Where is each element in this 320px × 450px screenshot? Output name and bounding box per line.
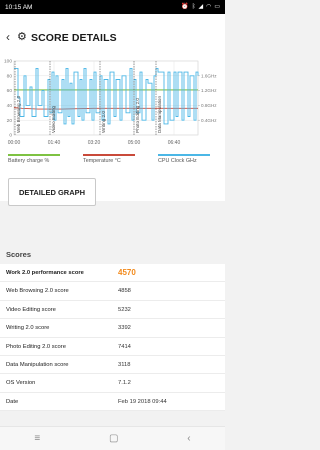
signal-icon: ◢ — [198, 4, 204, 10]
score-name: Photo Editing 2.0 score — [6, 343, 66, 350]
y-right-tick-label: 1.6GHz — [201, 73, 217, 78]
score-name: Web Browsing 2.0 score — [6, 288, 69, 295]
y-right-tick-label: 0.4GHz — [201, 118, 217, 123]
section-label: Web Browsing 2.0 — [16, 95, 21, 133]
score-value: 5232 — [118, 306, 131, 313]
x-tick-label: 06:40 — [168, 140, 181, 146]
score-row: Date Feb 19 2018 09:44 — [0, 393, 225, 412]
section-label: Writing 2.0 — [101, 111, 106, 133]
legend-label: Temperature °C — [83, 158, 121, 164]
y-right-tick-label: 1.2GHz — [201, 88, 217, 93]
battery-icon: ▭ — [214, 4, 220, 10]
score-row-primary: Work 2.0 performance score 4570 — [0, 264, 225, 283]
menu-icon[interactable]: ≡ — [34, 433, 40, 444]
score-name: OS Version — [6, 380, 36, 387]
scores-heading: Scores — [6, 250, 32, 259]
chevron-left-icon[interactable]: ‹ — [6, 31, 16, 43]
legend-swatch — [158, 154, 210, 156]
page-title: SCORE DETAILS — [31, 32, 117, 44]
legend-swatch — [83, 154, 135, 156]
score-list: Work 2.0 performance score 4570 Web Browsi… — [0, 264, 225, 412]
status-time: 10:15 AM — [5, 3, 33, 11]
score-value: 4858 — [118, 288, 131, 295]
detailed-graph-button[interactable]: DETAILED GRAPH — [8, 178, 96, 206]
y-left-tick-label: 20 — [7, 118, 13, 124]
navigation-bar: ≡ ▢ ‹ — [0, 426, 225, 450]
y-left-tick-label: 100 — [4, 59, 12, 65]
score-name: Data Manipulation score — [6, 361, 69, 368]
score-value: 3392 — [118, 325, 131, 332]
score-value: 4570 — [118, 268, 136, 277]
gear-icon: ⚙ — [17, 31, 27, 43]
alarm-icon: ⏰ — [181, 4, 189, 10]
wifi-icon: ◠ — [206, 4, 212, 10]
legend-label: CPU Clock GHz — [158, 158, 197, 164]
score-value: Feb 19 2018 09:44 — [118, 398, 167, 405]
score-value: 7.1.2 — [118, 380, 131, 387]
y-left-tick-label: 0 — [9, 133, 12, 139]
score-row: Writing 2.0 score 3392 — [0, 319, 225, 338]
y-left-tick-label: 60 — [7, 88, 13, 94]
score-row: Web Browsing 2.0 score 4858 — [0, 282, 225, 301]
status-icons: ⏰ ᛒ ◢ ◠ ▭ — [181, 4, 220, 10]
x-tick-label: 05:00 — [128, 140, 141, 146]
score-row: OS Version 7.1.2 — [0, 374, 225, 393]
home-icon[interactable]: ▢ — [109, 433, 118, 444]
score-value: 3118 — [118, 361, 131, 368]
score-name: Date — [6, 398, 19, 405]
section-label: Video Editing — [51, 106, 56, 133]
x-tick-label: 01:40 — [48, 140, 61, 146]
y-left-tick-label: 80 — [7, 73, 13, 79]
y-right-tick-label: 0.8GHz — [201, 103, 217, 108]
y-left-tick-label: 40 — [7, 103, 13, 109]
section-label: Photo Editing 2.0 — [135, 98, 140, 133]
score-name: Writing 2.0 score — [6, 325, 50, 332]
score-row: Data Manipulation score 3118 — [0, 356, 225, 375]
score-row: Photo Editing 2.0 score 7414 — [0, 338, 225, 356]
legend-label: Battery charge % — [8, 158, 50, 164]
section-label: Data Manipulation — [157, 96, 162, 133]
score-name: Work 2.0 performance score — [6, 270, 84, 276]
bluetooth-icon: ᛒ — [191, 4, 196, 10]
chart-legend: Battery charge % Temperature °C CPU Clock … — [0, 154, 225, 172]
score-row: Video Editing score 5232 — [0, 301, 225, 320]
x-tick-label: 03:20 — [88, 140, 101, 146]
status-bar: 10:15 AM ⏰ ᛒ ◢ ◠ ▭ — [0, 0, 225, 14]
score-name: Video Editing score — [6, 306, 56, 313]
back-icon[interactable]: ‹ — [187, 433, 190, 444]
score-value: 7414 — [118, 343, 131, 350]
x-tick-label: 00:00 — [8, 140, 21, 146]
legend-swatch — [8, 154, 60, 156]
